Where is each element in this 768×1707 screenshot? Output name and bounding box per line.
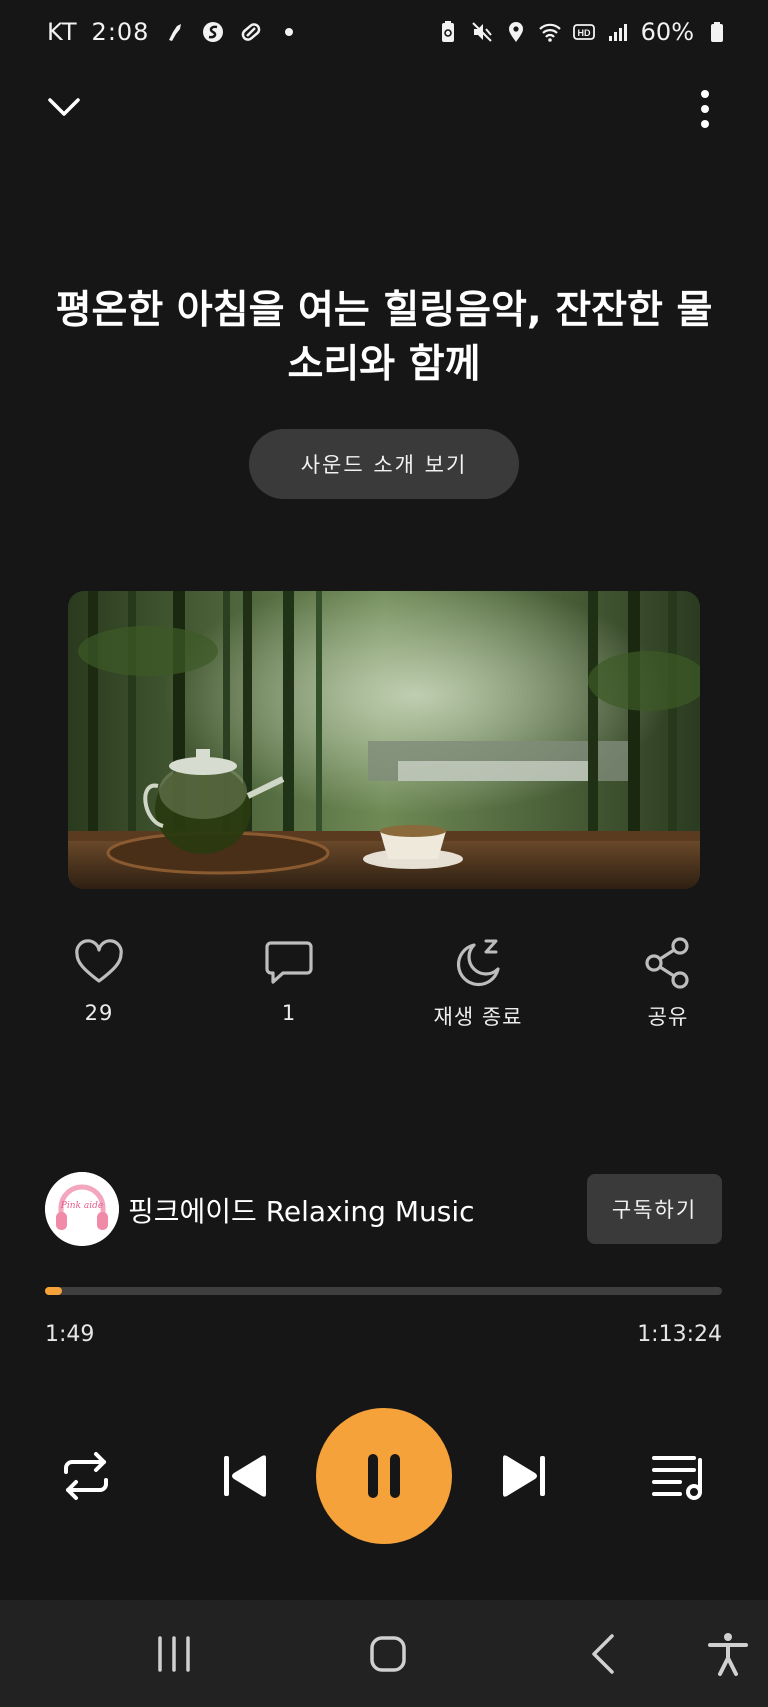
home-icon[interactable] <box>364 1630 412 1678</box>
comment-count: 1 <box>281 1001 297 1025</box>
pause-icon <box>368 1454 400 1498</box>
comment-icon <box>265 941 313 984</box>
recent-apps-icon[interactable] <box>150 1630 198 1678</box>
like-action[interactable]: 29 <box>39 935 159 1045</box>
svg-text:HD: HD <box>577 28 590 38</box>
hd-icon: HD <box>572 24 595 40</box>
link-app-icon <box>242 23 261 41</box>
track-artwork <box>68 591 700 889</box>
battery-percent: 60% <box>640 18 694 46</box>
share-icon <box>645 937 689 989</box>
back-icon[interactable] <box>580 1630 628 1678</box>
subscribe-button[interactable]: 구독하기 <box>587 1174 722 1244</box>
wifi-icon <box>538 23 561 42</box>
s-app-icon <box>203 22 224 42</box>
signal-icon <box>608 24 627 41</box>
comment-action[interactable]: 1 <box>229 935 349 1045</box>
avatar-logo-text: Pink aide <box>60 1201 103 1211</box>
track-title: 평온한 아침을 여는 힐링음악, 잔잔한 물소리와 함께 <box>55 288 713 387</box>
sleep-timer-action[interactable]: 재생 종료 <box>418 935 538 1045</box>
battery-saver-icon <box>441 21 454 42</box>
next-track-icon[interactable] <box>493 1446 553 1506</box>
total-time: 1:13:24 <box>637 1322 722 1347</box>
mute-icon <box>471 22 492 42</box>
like-count: 29 <box>84 1001 114 1025</box>
dot-icon <box>285 28 294 36</box>
location-icon <box>508 22 523 42</box>
status-left: KT 2:08 <box>47 18 301 46</box>
heart-icon <box>75 939 123 983</box>
collapse-chevron-icon[interactable] <box>44 88 84 128</box>
artwork-illustration <box>68 591 700 889</box>
status-right: HD 60% <box>437 18 728 46</box>
running-app-icon <box>169 24 182 41</box>
moon-sleep-icon <box>456 939 500 987</box>
progress-bar[interactable] <box>45 1287 722 1295</box>
share-action[interactable]: 공유 <box>608 935 728 1045</box>
channel-avatar[interactable]: Pink aide <box>45 1172 119 1246</box>
battery-icon <box>711 22 723 42</box>
previous-track-icon[interactable] <box>216 1446 276 1506</box>
clock: 2:08 <box>91 18 150 46</box>
sound-intro-button[interactable]: 사운드 소개 보기 <box>249 429 519 499</box>
progress-fill <box>45 1287 62 1295</box>
accessibility-icon[interactable] <box>704 1630 752 1678</box>
pause-button[interactable] <box>316 1408 452 1544</box>
carrier-label: KT <box>47 18 78 46</box>
status-bar: KT 2:08 HD 60% <box>0 0 768 70</box>
sleep-timer-label: 재생 종료 <box>433 1005 523 1029</box>
channel-name[interactable]: 핑크에이드 Relaxing Music <box>128 1190 475 1230</box>
more-options-icon[interactable] <box>690 86 720 132</box>
playlist-queue-icon[interactable] <box>650 1446 710 1506</box>
repeat-icon[interactable] <box>56 1446 116 1506</box>
share-label: 공유 <box>647 1005 689 1029</box>
current-time: 1:49 <box>45 1322 95 1347</box>
headphones-logo-icon: Pink aide <box>45 1172 119 1246</box>
